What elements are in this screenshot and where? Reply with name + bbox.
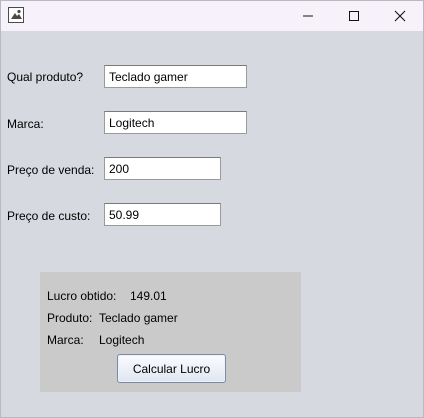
produto-input[interactable] (104, 65, 247, 88)
preco-custo-input[interactable] (104, 203, 221, 226)
produto-label: Qual produto? (7, 70, 84, 84)
title-bar[interactable] (1, 1, 423, 31)
app-window: Qual produto? Marca: Preço de venda: Pre… (0, 0, 424, 418)
close-icon (394, 10, 406, 22)
lucro-value: 149.01 (130, 289, 167, 303)
result-panel: Lucro obtido: 149.01 Produto: Teclado ga… (40, 272, 301, 392)
minimize-icon (303, 15, 313, 17)
java-app-icon (8, 7, 25, 23)
preco-venda-input[interactable] (104, 157, 221, 180)
minimize-button[interactable] (285, 1, 331, 31)
lucro-label: Lucro obtido: (47, 289, 117, 303)
result-produto-label: Produto: (47, 311, 93, 325)
marca-input[interactable] (104, 111, 247, 134)
close-button[interactable] (377, 1, 423, 31)
maximize-icon (349, 11, 359, 21)
preco-custo-label: Preço de custo: (7, 209, 91, 223)
maximize-button[interactable] (331, 1, 377, 31)
marca-label: Marca: (7, 117, 44, 131)
result-marca-value: Logitech (99, 333, 145, 347)
calcular-lucro-button[interactable]: Calcular Lucro (117, 354, 226, 383)
preco-venda-label: Preço de venda: (7, 163, 95, 177)
result-marca-label: Marca: (47, 333, 84, 347)
result-produto-value: Teclado gamer (99, 311, 178, 325)
